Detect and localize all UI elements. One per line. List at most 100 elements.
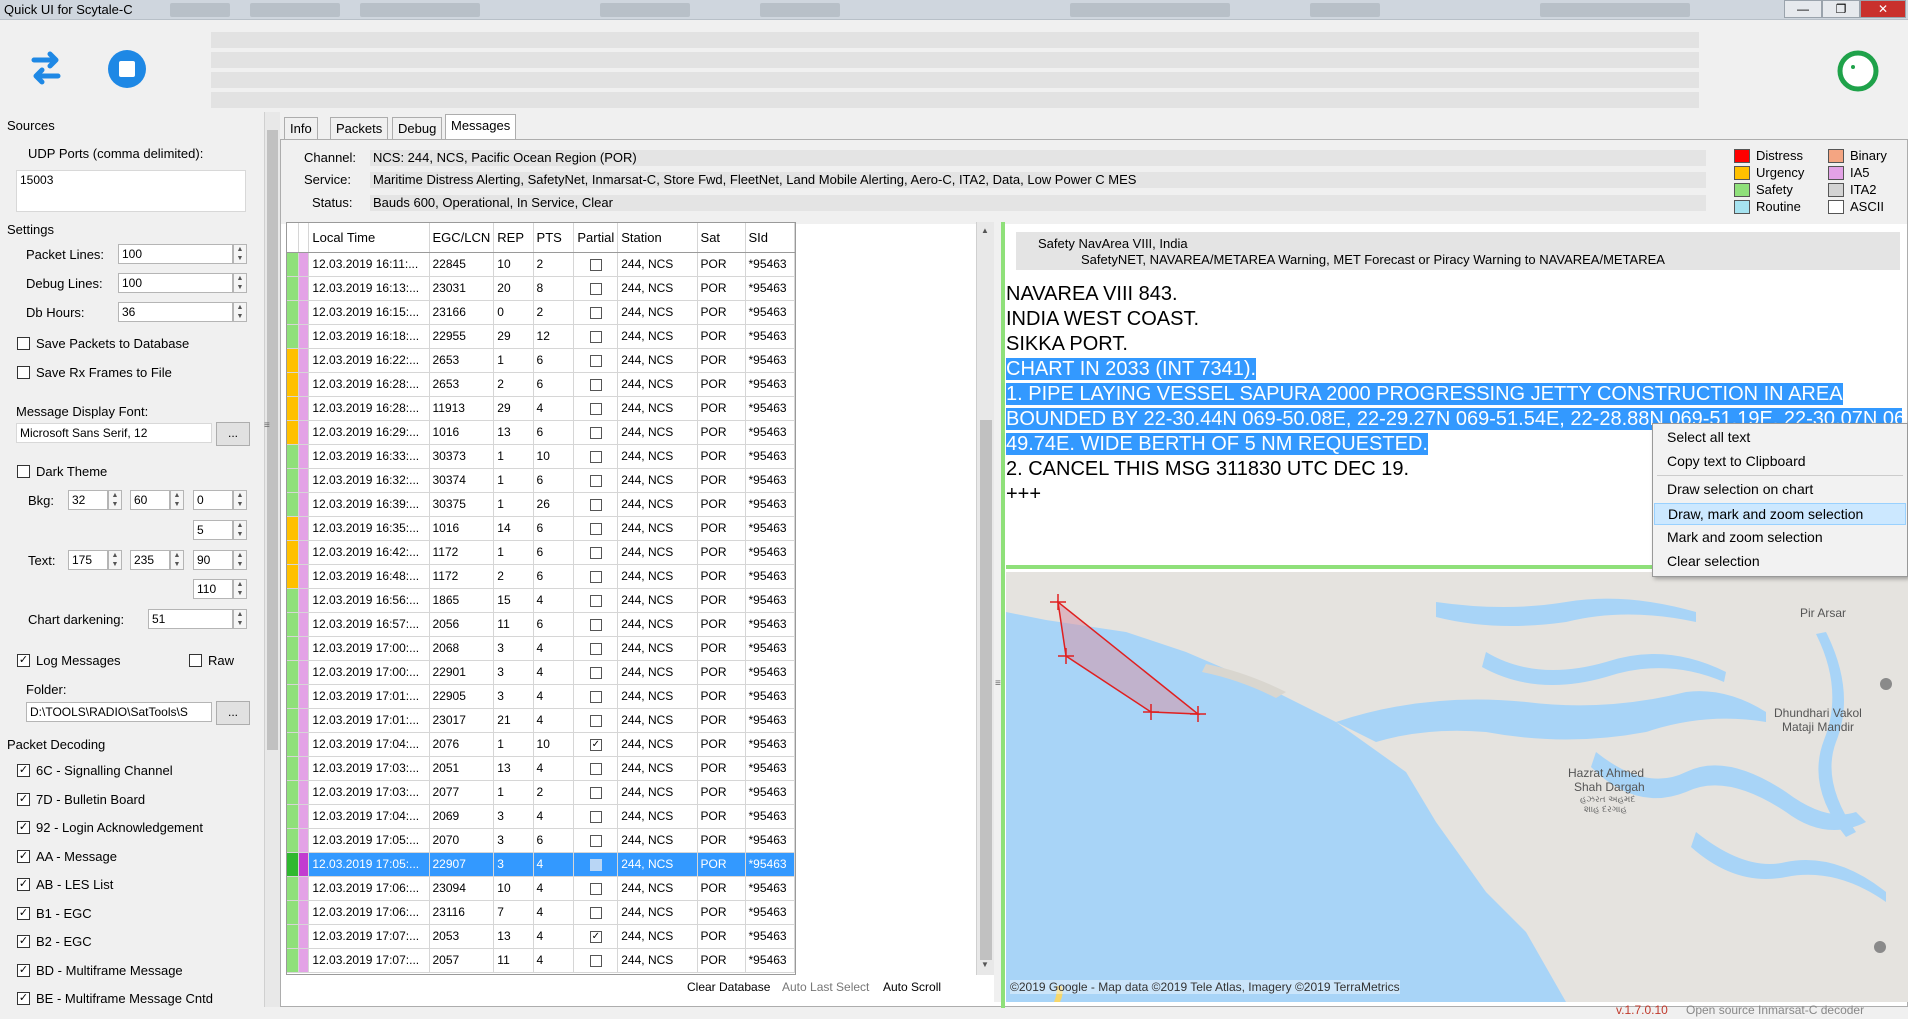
partial-checkbox[interactable]: ✓	[589, 930, 602, 943]
udp-ports-input[interactable]: 15003	[16, 170, 246, 212]
table-row[interactable]: 12.03.2019 17:00:... 22901 3 4 244, NCS POR *9…	[287, 660, 795, 685]
partial-checkbox[interactable]	[589, 666, 602, 679]
db-hours-spinner[interactable]: ▲ ▼	[233, 302, 247, 322]
raw-checkbox[interactable]	[189, 654, 202, 667]
table-row[interactable]: 12.03.2019 17:01:... 22905 3 4 244, NCS POR *9…	[287, 684, 795, 709]
menu-draw-mark-zoom[interactable]: Draw, mark and zoom selection	[1654, 503, 1906, 525]
db-hours-input[interactable]: 36	[118, 302, 233, 322]
stop-icon[interactable]	[107, 49, 147, 89]
decoding-checkbox[interactable]: ✓	[17, 878, 30, 891]
tab-messages[interactable]: Messages	[445, 114, 517, 140]
table-row[interactable]: 12.03.2019 17:00:... 2068 3 4 244, NCS POR *95…	[287, 636, 795, 661]
table-row[interactable]: 12.03.2019 16:28:... 11913 29 4 244, NCS POR *…	[287, 396, 795, 421]
partial-checkbox[interactable]	[589, 690, 602, 703]
left-scrollbar-thumb[interactable]	[267, 130, 278, 750]
chart-darkening-input[interactable]: 51	[148, 609, 233, 629]
table-row[interactable]: 12.03.2019 16:22:... 2653 1 6 244, NCS POR *95…	[287, 348, 795, 373]
table-row[interactable]: 12.03.2019 17:04:... 2069 3 4 244, NCS POR *95…	[287, 804, 795, 829]
table-row[interactable]: 12.03.2019 17:07:... 2053 13 4 ✓ 244, NCS POR *…	[287, 924, 795, 949]
menu-select-all[interactable]: Select all text	[1654, 427, 1906, 449]
col-header-partial[interactable]: Partial	[573, 223, 619, 253]
table-row[interactable]: 12.03.2019 17:05:... 22907 3 4 244, NCS POR *9…	[287, 852, 795, 877]
maximize-button[interactable]: ❐	[1822, 0, 1860, 18]
partial-checkbox[interactable]	[589, 906, 602, 919]
table-row[interactable]: 12.03.2019 17:06:... 23116 7 4 244, NCS POR *9…	[287, 900, 795, 925]
table-row[interactable]: 12.03.2019 17:03:... 2051 13 4 244, NCS POR *9…	[287, 756, 795, 781]
folder-input[interactable]: D:\TOOLS\RADIO\SatTools\S	[26, 702, 212, 722]
text-b-spinner[interactable]: ▲ ▼	[233, 550, 247, 570]
text-r-spinner[interactable]: ▲ ▼	[108, 550, 122, 570]
grid-scrollbar[interactable]: ▲ ▼	[976, 222, 994, 975]
decoding-checkbox[interactable]: ✓	[17, 935, 30, 948]
minimize-button[interactable]: —	[1784, 0, 1822, 18]
col-header-station[interactable]: Station	[617, 223, 698, 253]
swap-icon[interactable]	[26, 50, 66, 86]
bkg-b-input[interactable]: 0	[193, 490, 233, 510]
partial-checkbox[interactable]	[589, 522, 602, 535]
text-g-input[interactable]: 235	[130, 550, 170, 570]
table-row[interactable]: 12.03.2019 16:29:... 1016 13 6 244, NCS POR *9…	[287, 420, 795, 445]
chart-darkening-spinner[interactable]: ▲ ▼	[233, 609, 247, 629]
partial-checkbox[interactable]	[589, 954, 602, 967]
close-button[interactable]: ✕	[1860, 0, 1906, 18]
decoding-checkbox[interactable]: ✓	[17, 764, 30, 777]
map-view[interactable]: Pir Arsar Dhundhari Vakol Mataji Mandir …	[1006, 572, 1908, 1002]
table-row[interactable]: 12.03.2019 17:04:... 2076 1 10 ✓ 244, NCS POR *…	[287, 732, 795, 757]
table-row[interactable]: 12.03.2019 16:48:... 1172 2 6 244, NCS POR *95…	[287, 564, 795, 589]
table-row[interactable]: 12.03.2019 17:05:... 2070 3 6 244, NCS POR *95…	[287, 828, 795, 853]
partial-checkbox[interactable]	[589, 258, 602, 271]
table-row[interactable]: 12.03.2019 16:35:... 1016 14 6 244, NCS POR *9…	[287, 516, 795, 541]
text-r-input[interactable]: 175	[68, 550, 108, 570]
partial-checkbox[interactable]	[589, 354, 602, 367]
partial-checkbox[interactable]	[589, 450, 602, 463]
partial-checkbox[interactable]	[589, 402, 602, 415]
table-row[interactable]: 12.03.2019 16:32:... 30374 1 6 244, NCS POR *9…	[287, 468, 795, 493]
menu-clear-selection[interactable]: Clear selection	[1654, 551, 1906, 573]
partial-checkbox[interactable]	[589, 834, 602, 847]
partial-checkbox[interactable]	[589, 642, 602, 655]
decoding-checkbox[interactable]: ✓	[17, 906, 30, 920]
partial-checkbox[interactable]	[589, 282, 602, 295]
auto-last-select-toggle[interactable]: Auto Last Select	[782, 980, 869, 994]
table-row[interactable]: 12.03.2019 16:13:... 23031 20 8 244, NCS POR *…	[287, 276, 795, 301]
table-row[interactable]: 12.03.2019 16:57:... 2056 11 6 244, NCS POR *9…	[287, 612, 795, 637]
log-messages-checkbox[interactable]: ✓	[17, 654, 30, 667]
scroll-up-icon[interactable]: ▲	[981, 226, 989, 235]
table-row[interactable]: 12.03.2019 16:33:... 30373 1 10 244, NCS POR *…	[287, 444, 795, 469]
col-header-sat[interactable]: Sat	[697, 223, 746, 253]
messages-grid[interactable]: Local Time EGC/LCN REP PTS Partial Stati…	[286, 222, 796, 975]
tab-debug[interactable]: Debug	[392, 117, 443, 139]
splitter-handle[interactable]: ≡	[264, 420, 274, 434]
decoding-checkbox[interactable]: ✓	[17, 821, 30, 834]
folder-browse-button[interactable]: ...	[216, 701, 250, 725]
tab-info[interactable]: Info	[284, 117, 318, 139]
debug-lines-spinner[interactable]: ▲ ▼	[233, 273, 247, 293]
bkg-r-spinner[interactable]: ▲ ▼	[108, 490, 122, 510]
text-b-input[interactable]: 90	[193, 550, 233, 570]
partial-checkbox[interactable]	[589, 306, 602, 319]
partial-checkbox[interactable]	[589, 474, 602, 487]
partial-checkbox[interactable]	[589, 810, 602, 823]
left-scrollbar[interactable]	[264, 112, 280, 1007]
menu-draw-selection[interactable]: Draw selection on chart	[1654, 479, 1906, 501]
clear-database-button[interactable]: Clear Database	[687, 980, 770, 994]
dark-theme-checkbox[interactable]	[17, 465, 30, 478]
scroll-down-icon[interactable]: ▼	[981, 960, 989, 969]
grid-scrollbar-thumb[interactable]	[980, 420, 992, 960]
save-rx-checkbox[interactable]	[17, 366, 30, 379]
bkg-r-input[interactable]: 32	[68, 490, 108, 510]
partial-checkbox[interactable]	[589, 858, 602, 871]
decoding-checkbox[interactable]: ✓	[17, 792, 30, 806]
col-header-egc[interactable]: EGC/LCN	[429, 223, 495, 253]
table-row[interactable]: 12.03.2019 16:39:... 30375 1 26 244, NCS POR *…	[287, 492, 795, 517]
bkg-g-spinner[interactable]: ▲ ▼	[170, 490, 184, 510]
table-row[interactable]: 12.03.2019 16:11:... 22845 10 2 244, NCS POR *…	[287, 252, 795, 277]
packet-lines-input[interactable]: 100	[118, 244, 233, 264]
bkg-b-spinner[interactable]: ▲ ▼	[233, 490, 247, 510]
packet-lines-spinner[interactable]: ▲ ▼	[233, 244, 247, 264]
decoding-checkbox[interactable]: ✓	[17, 963, 30, 977]
decoding-checkbox[interactable]: ✓	[17, 992, 30, 1005]
partial-checkbox[interactable]	[589, 546, 602, 559]
partial-checkbox[interactable]: ✓	[589, 738, 602, 751]
partial-checkbox[interactable]	[589, 762, 602, 775]
